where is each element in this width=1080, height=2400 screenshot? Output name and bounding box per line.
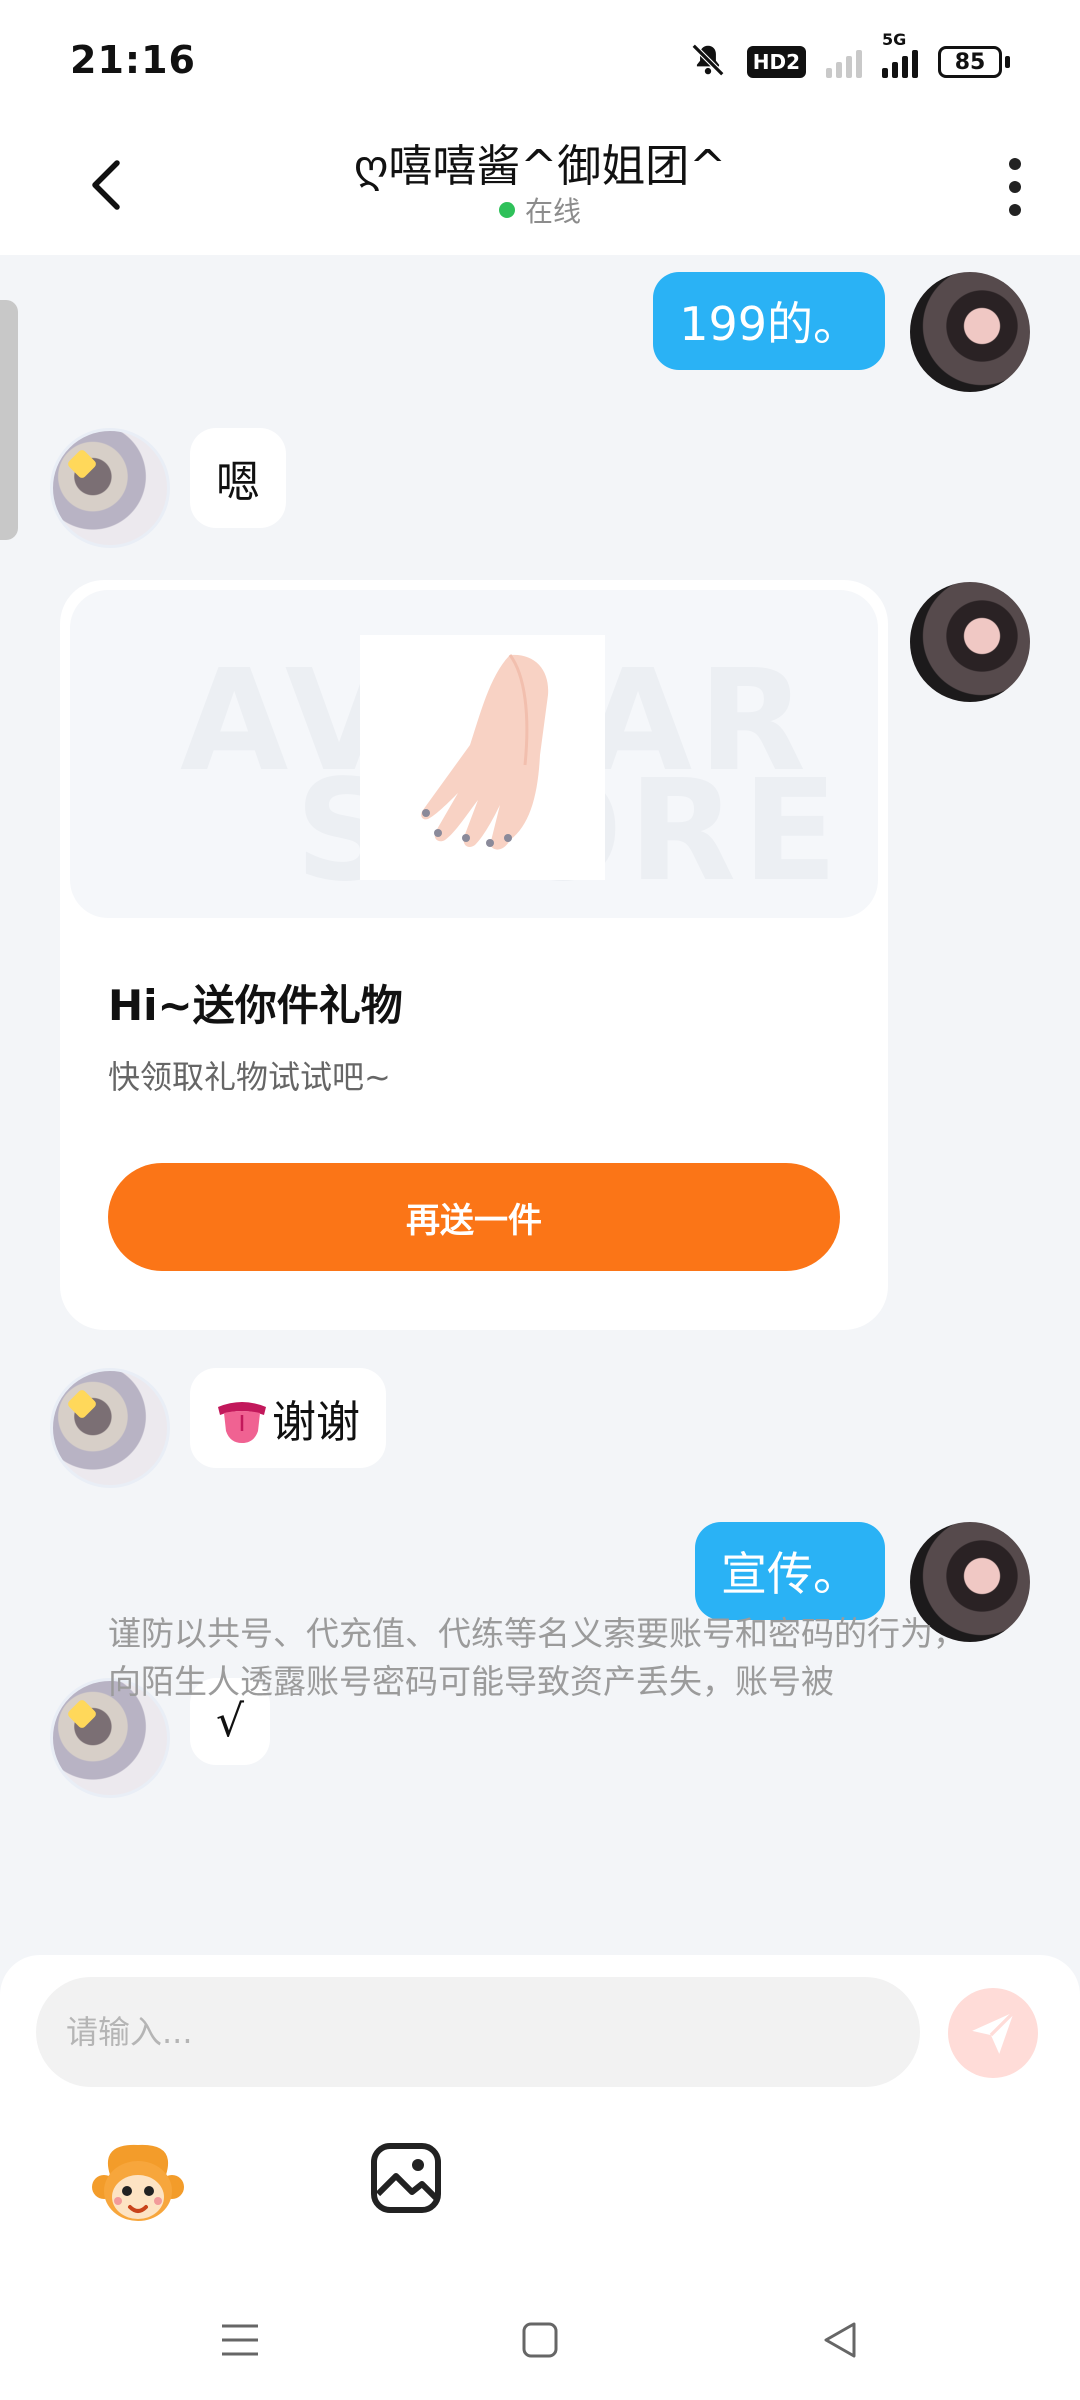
status-bar: 21:16 HD2 5G 85: [0, 0, 1080, 120]
chat-title: ღ嘻嘻酱^御姐团^: [353, 141, 727, 192]
more-options-button[interactable]: [990, 152, 1040, 222]
status-icons: HD2 5G 85: [689, 32, 1010, 84]
signal-5g-icon: 5G: [882, 32, 918, 78]
system-nav-bar: [0, 2280, 1080, 2400]
message-text: 谢谢: [272, 1397, 360, 1448]
online-status-text: 在线: [524, 195, 581, 228]
home-nav-button[interactable]: [515, 2315, 565, 2365]
tongue-emoji-icon: [218, 1402, 266, 1443]
menu-icon: [222, 2324, 258, 2356]
hand-item-image: [360, 635, 605, 880]
contact-avatar[interactable]: [50, 428, 170, 548]
emoji-button[interactable]: [90, 2135, 186, 2231]
online-dot: [498, 202, 515, 218]
send-button[interactable]: [948, 1988, 1038, 2078]
image-icon: [371, 2143, 441, 2213]
my-avatar[interactable]: [910, 582, 1030, 702]
message-bubble-incoming[interactable]: 嗯: [190, 428, 286, 528]
my-avatar[interactable]: [910, 272, 1030, 392]
battery-level: 85: [938, 46, 1002, 78]
message-bubble-incoming[interactable]: 谢谢: [190, 1368, 386, 1468]
message-input[interactable]: [36, 1977, 920, 2087]
message-bubble-outgoing[interactable]: 199的。: [653, 272, 885, 370]
gift-card[interactable]: AVATAR STORE Hi~送你件礼物 快领取礼物试试吧~ 再送一件: [60, 580, 888, 1330]
contact-avatar[interactable]: [50, 1368, 170, 1488]
back-nav-button[interactable]: [815, 2315, 865, 2365]
security-warning: 谨防以共号、代充值、代练等名义索要账号和密码的行为，向陌生人透露账号密码可能导致…: [108, 1614, 966, 1701]
gift-subtitle: 快领取礼物试试吧~: [108, 1058, 391, 1096]
signal-icon: [826, 46, 862, 78]
message-bubble-outgoing[interactable]: 宣传。: [695, 1522, 885, 1620]
gift-title: Hi~送你件礼物: [108, 981, 403, 1030]
mute-bell-icon: [689, 41, 727, 83]
status-time: 21:16: [70, 38, 196, 82]
menu-nav-button[interactable]: [215, 2315, 265, 2365]
network-label: 5G: [882, 30, 907, 49]
online-status: 在线: [0, 190, 1080, 230]
send-another-gift-button[interactable]: 再送一件: [108, 1163, 840, 1271]
back-triangle-icon: [824, 2322, 856, 2358]
send-icon: [972, 2010, 1016, 2054]
gift-image: AVATAR STORE: [70, 590, 878, 918]
image-button[interactable]: [368, 2140, 444, 2216]
battery-icon: 85: [938, 46, 1010, 78]
home-square-icon: [522, 2322, 558, 2358]
chat-header: ღ嘻嘻酱^御姐团^ 在线: [0, 120, 1080, 255]
hd-badge: HD2: [746, 46, 806, 78]
monkey-emoji-icon: [92, 2144, 184, 2221]
scroll-handle[interactable]: [0, 300, 18, 540]
